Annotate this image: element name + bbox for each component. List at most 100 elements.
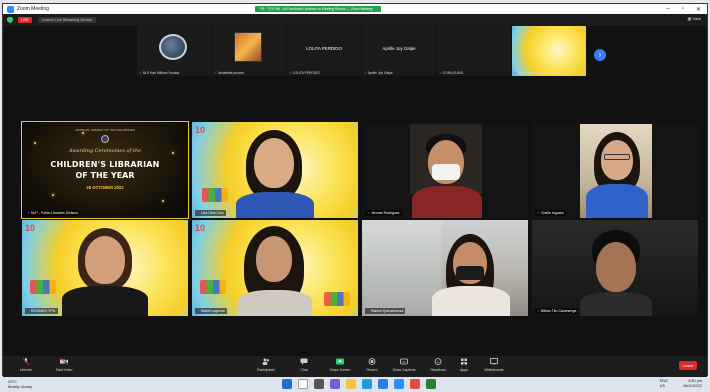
face-mask	[456, 266, 484, 280]
tile-caption: ✕ROSARIO YPIL	[25, 308, 58, 314]
leave-button[interactable]: Leave	[679, 361, 697, 370]
mic-muted-icon: ✕	[537, 309, 540, 313]
search-icon[interactable]	[298, 379, 308, 389]
button-label: Reactions	[430, 368, 446, 372]
video-tile[interactable]: NATIONAL LIBRARY OF THE PHILIPPINES Awar…	[21, 121, 189, 219]
camera-off-icon	[60, 358, 68, 365]
sparkle	[52, 194, 54, 196]
participant-body	[580, 292, 652, 316]
video-tile[interactable]: ✕Jerome Rodriguez	[362, 122, 528, 218]
award-title-line-2: OF THE YEAR	[75, 171, 135, 180]
chat-button[interactable]: Chat	[287, 358, 321, 373]
participant-name: Aprille Joy Galpe	[382, 46, 416, 51]
whiteboard-icon	[490, 358, 498, 365]
chat-app-icon[interactable]	[330, 379, 340, 389]
button-label: Start Video	[55, 368, 73, 372]
share-screen-button[interactable]: Share Screen	[323, 358, 357, 373]
live-stream-service-label[interactable]: Custom Live Streaming Service	[37, 17, 97, 23]
weather-widget[interactable]: 29°C Mostly cloudy	[8, 379, 32, 389]
strip-tile[interactable]: Aprille Joy Galpe ✕Aprille Joy Galpe	[362, 26, 436, 76]
video-tile[interactable]: ✕Chelle Inguaro	[532, 122, 698, 218]
file-explorer-icon[interactable]	[346, 379, 356, 389]
button-label: Share Screen	[329, 368, 351, 372]
maximize-button[interactable]: ▫	[682, 6, 684, 12]
strip-caption: ✕LOLITA PERDIDO	[289, 71, 320, 75]
mic-muted-icon: ✕	[439, 71, 442, 75]
tile-caption: ✕Bithan Tito Calumenga	[535, 308, 579, 314]
room-background	[362, 220, 442, 316]
strip-tile[interactable]: ✕Venadette pisunto	[212, 26, 286, 76]
strip-caption: ✕NLP Karl William Yusaka	[139, 71, 180, 75]
minimize-button[interactable]: –	[666, 6, 669, 12]
strip-tile[interactable]: ✕NLP Karl William Yusaka	[137, 26, 211, 76]
button-label: Whiteboards	[484, 368, 504, 372]
participant-face	[596, 242, 636, 292]
participant-body	[586, 184, 648, 218]
mic-muted-icon: ✕	[197, 211, 200, 215]
mic-muted-icon: ✕	[537, 211, 540, 215]
window-title: Zoom Meeting	[17, 6, 49, 12]
start-video-button[interactable]: Start Video	[47, 358, 81, 373]
windows-taskbar: 29°C Mostly cloudy ENG US 4:50 pm 26/10/…	[0, 377, 710, 392]
start-menu-icon[interactable]	[282, 379, 292, 389]
mic-muted-icon: ✕	[139, 71, 142, 75]
participants-button[interactable]: Participants	[249, 358, 283, 373]
mic-muted-icon: ✕	[364, 71, 367, 75]
zoom-taskbar-icon[interactable]	[394, 379, 404, 389]
reactions-icon	[434, 358, 442, 365]
language-indicator[interactable]: ENG US	[660, 379, 668, 389]
eyeglasses	[604, 154, 630, 160]
sparkle	[34, 142, 36, 144]
event-logo: 10	[195, 125, 206, 135]
decoration	[30, 280, 56, 294]
apps-button[interactable]: Apps	[447, 358, 481, 373]
mic-muted-icon: ✕	[197, 309, 200, 313]
mic-muted-icon: ✕	[514, 71, 517, 75]
close-button[interactable]: ✕	[696, 6, 701, 13]
security-shield-icon[interactable]	[7, 16, 13, 24]
tile-caption: ✕Mabel Lagunas	[195, 308, 227, 314]
tile-caption: ✕Rachel Quinadoseza	[365, 308, 406, 314]
participants-icon	[262, 358, 270, 365]
tile-caption: ✕Chelle Inguaro	[535, 210, 566, 216]
taskbar-apps	[282, 379, 436, 389]
strip-tile[interactable]: LOLITA PERDIDO ✕LOLITA PERDIDO	[287, 26, 361, 76]
decoration	[324, 292, 350, 306]
view-button[interactable]: ▦ View	[688, 16, 702, 21]
chrome-icon[interactable]	[410, 379, 420, 389]
video-tile[interactable]: 10 ✕ROSARIO YPIL	[22, 220, 188, 316]
svg-text:CC: CC	[402, 360, 407, 364]
app-icon[interactable]	[426, 379, 436, 389]
profile-picture	[159, 34, 187, 60]
live-badge[interactable]: LIVE	[18, 17, 32, 23]
unmute-button[interactable]: Unmute	[9, 358, 43, 373]
whiteboards-button[interactable]: Whiteboards	[477, 358, 511, 373]
sparkle	[82, 132, 84, 134]
video-tile[interactable]: ✕Rachel Quinadoseza	[362, 220, 528, 316]
store-icon[interactable]	[378, 379, 388, 389]
show-captions-button[interactable]: CC Show Captions	[387, 358, 421, 373]
video-tile[interactable]: ✕Bithan Tito Calumenga	[532, 220, 698, 316]
award-subtitle: Awarding Ceremonies of the	[68, 148, 142, 154]
participant-body	[62, 286, 148, 316]
button-label: Apps	[460, 368, 468, 372]
participant-body	[236, 192, 314, 218]
edge-icon[interactable]	[362, 379, 372, 389]
strip-tile[interactable]: ✕Gretel-Louise Lydia Espiritu	[512, 26, 586, 76]
clock[interactable]: 4:50 pm 26/10/2022	[683, 379, 702, 389]
clock-date: 26/10/2022	[682, 384, 702, 388]
record-icon	[368, 358, 376, 365]
strip-tile[interactable]: ✕CORA SUBIG	[437, 26, 511, 76]
task-view-icon[interactable]	[314, 379, 324, 389]
screen-share-banner[interactable]: FB · TOV NB - All Facebook Libraries on …	[255, 6, 381, 12]
video-tile[interactable]: 10 ✕Liza Dela Cruz	[192, 122, 358, 218]
view-label: View	[692, 16, 701, 21]
button-label: Record	[366, 368, 378, 372]
record-button[interactable]: Record	[355, 358, 389, 373]
video-tile[interactable]: 10 ✕Mabel Lagunas	[192, 220, 358, 316]
strip-caption: ✕Venadette pisunto	[214, 71, 245, 75]
tile-caption: ✕Liza Dela Cruz	[195, 210, 226, 216]
mic-muted-icon: ✕	[367, 211, 370, 215]
next-page-button[interactable]: ›	[594, 49, 606, 61]
button-label: Chat	[300, 368, 308, 372]
